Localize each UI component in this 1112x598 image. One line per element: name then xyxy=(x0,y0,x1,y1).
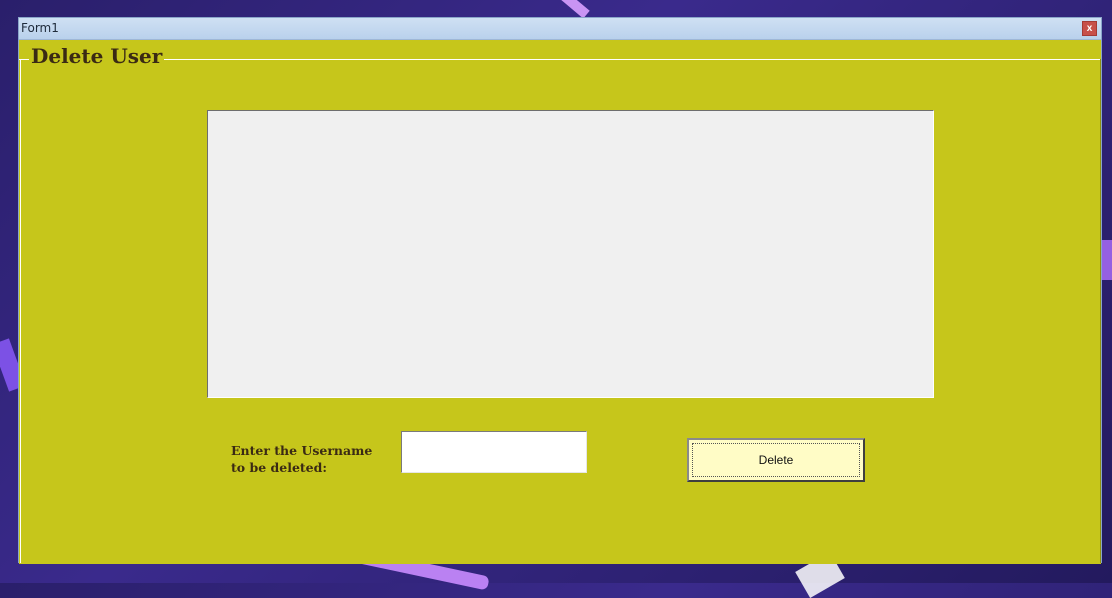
username-label-line2: to be deleted: xyxy=(231,460,327,475)
groupbox-title: Delete User xyxy=(29,44,165,68)
groupbox-border xyxy=(1100,59,1101,563)
delete-button[interactable]: Delete xyxy=(687,438,865,482)
form-client-area: Delete User Enter the Username to be del… xyxy=(19,40,1101,564)
groupbox-border xyxy=(19,59,1101,60)
groupbox-border xyxy=(20,59,21,563)
users-listbox[interactable] xyxy=(207,110,934,398)
window-title: Form1 xyxy=(21,21,59,35)
wallpaper-streak xyxy=(560,0,590,19)
focus-rectangle xyxy=(692,443,860,477)
close-button[interactable]: x xyxy=(1082,21,1097,36)
username-label-line1: Enter the Username xyxy=(231,443,373,458)
username-input[interactable] xyxy=(401,431,587,473)
form-window: Form1 x Delete User Enter the Username t… xyxy=(18,17,1102,564)
title-bar[interactable]: Form1 x xyxy=(19,18,1101,40)
username-label: Enter the Username to be deleted: xyxy=(231,442,381,476)
